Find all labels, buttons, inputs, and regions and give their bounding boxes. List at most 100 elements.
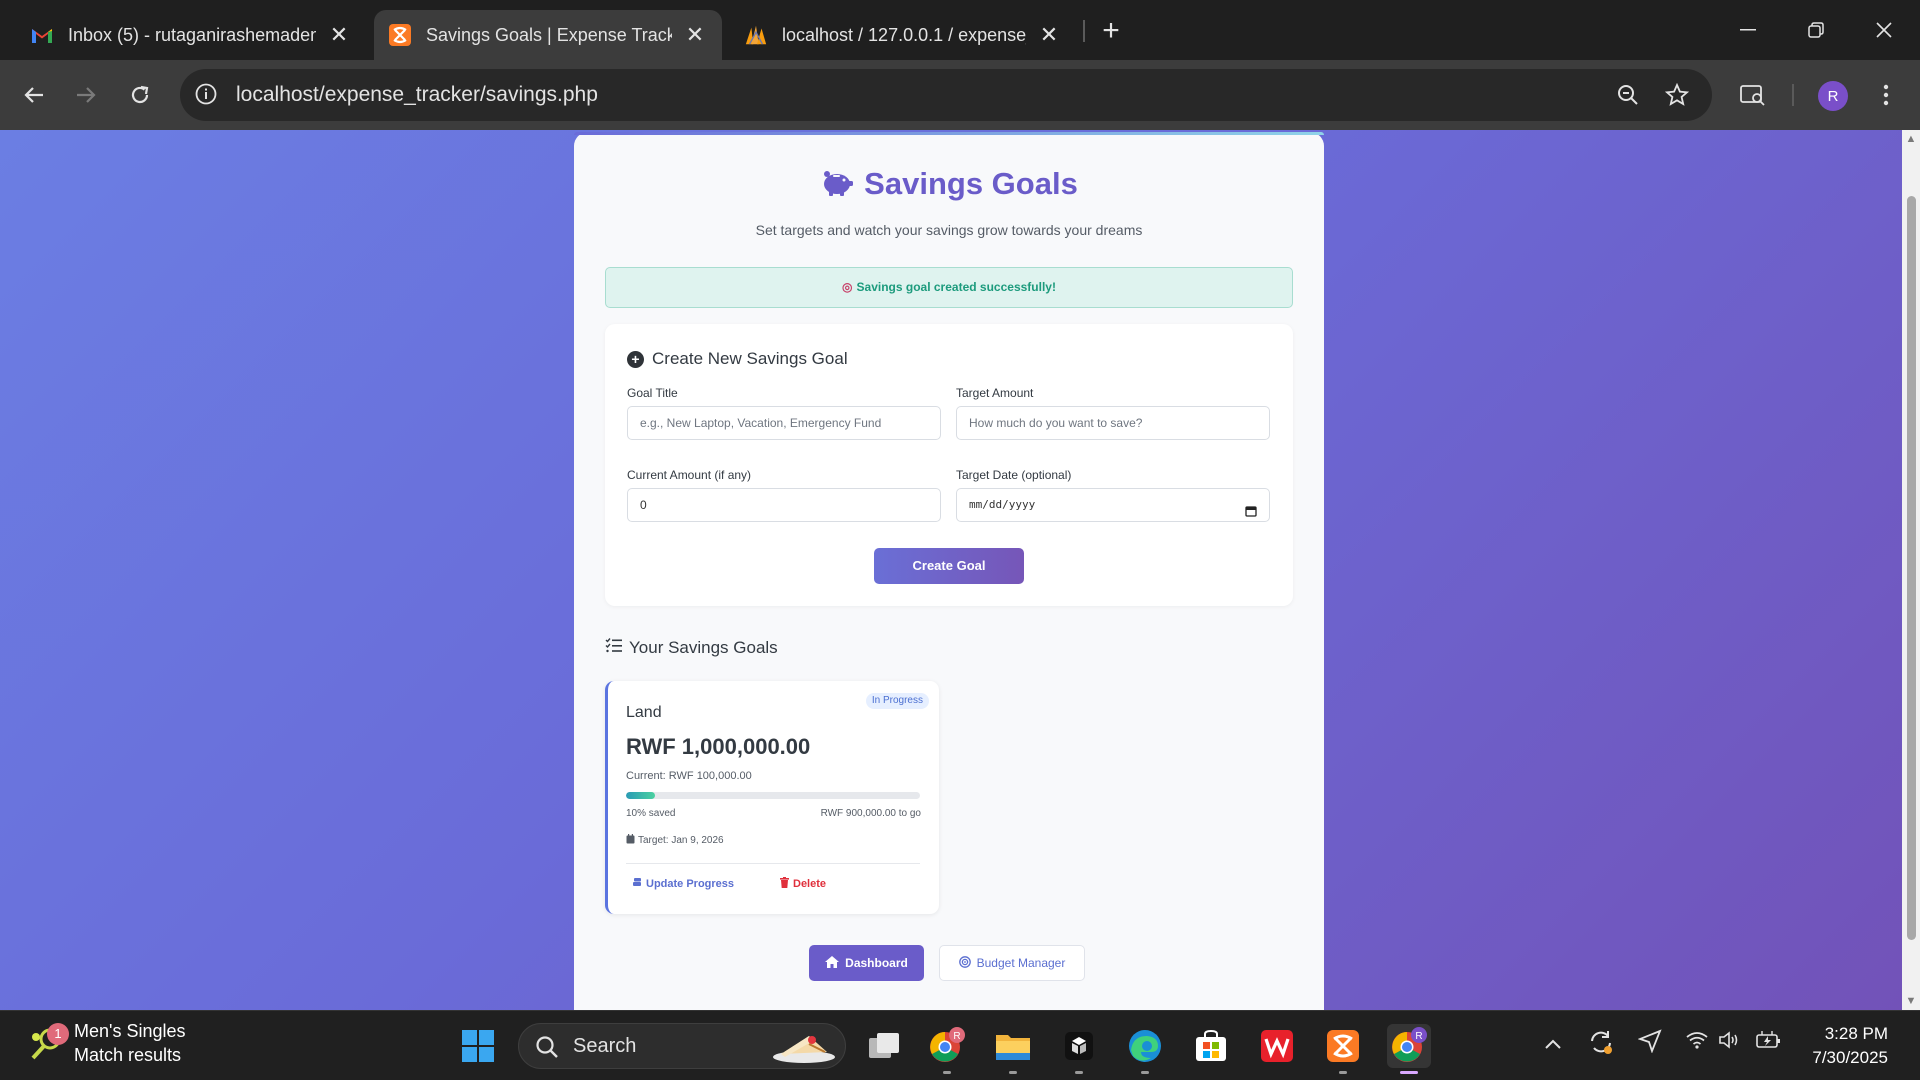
success-alert: ◎ Savings goal created successfully! — [605, 267, 1293, 308]
target-date-input[interactable]: mm/dd/yyyy — [956, 488, 1270, 522]
taskbar-search[interactable]: Search — [518, 1023, 846, 1069]
goal-progress-bar — [626, 792, 920, 799]
back-button[interactable] — [12, 73, 56, 117]
status-badge: In Progress — [865, 693, 929, 709]
goal-target-date: Target: Jan 9, 2026 — [626, 834, 724, 847]
svg-text:R: R — [1415, 1031, 1422, 1042]
xampp-icon — [388, 23, 412, 47]
goal-title-input[interactable]: e.g., New Laptop, Vacation, Emergency Fu… — [627, 406, 941, 440]
goal-saved-percent: 10% saved — [626, 808, 676, 819]
minimize-button[interactable] — [1720, 8, 1776, 52]
xampp-icon[interactable] — [1321, 1024, 1365, 1074]
profile-avatar[interactable]: R — [1818, 81, 1848, 111]
page-viewport: Savings Goals Set targets and watch your… — [0, 130, 1920, 1010]
piggy-bank-icon — [820, 169, 854, 205]
phpmyadmin-icon — [744, 23, 768, 47]
chevron-up-icon[interactable] — [1544, 1033, 1562, 1056]
tab-savings-goals[interactable]: Savings Goals | Expense Tracker ✕ — [374, 10, 722, 60]
target-date-label: Target Date (optional) — [956, 468, 1072, 482]
close-icon[interactable]: ✕ — [682, 22, 708, 48]
battery-charging-icon[interactable] — [1756, 1031, 1782, 1055]
taskbar-clock[interactable]: 3:28 PM 7/30/2025 — [1812, 1022, 1888, 1070]
start-button[interactable] — [456, 1024, 500, 1068]
tab-gmail[interactable]: Inbox (5) - rutaganirashemadem ✕ — [16, 10, 366, 60]
search-icon — [535, 1035, 559, 1064]
delete-goal-button[interactable]: Delete — [780, 877, 826, 891]
app-cube-icon[interactable] — [1057, 1024, 1101, 1074]
page-title: Savings Goals — [574, 166, 1324, 205]
windows-logo-icon — [462, 1030, 494, 1062]
current-amount-input[interactable]: 0 — [627, 488, 941, 522]
trash-icon — [780, 877, 789, 891]
goal-target-amount: RWF 1,000,000.00 — [626, 734, 811, 759]
microsoft-store-icon[interactable] — [1189, 1024, 1233, 1068]
zoom-icon[interactable] — [1608, 75, 1648, 115]
scroll-up-arrow-icon[interactable]: ▲ — [1905, 134, 1917, 145]
clock-date: 7/30/2025 — [1812, 1048, 1888, 1067]
goal-divider — [626, 863, 920, 864]
restore-button[interactable] — [1788, 8, 1844, 52]
tab-title: localhost / 127.0.0.1 / expense_t — [782, 24, 1026, 45]
scrollbar-thumb[interactable] — [1907, 196, 1916, 940]
site-info-icon[interactable] — [194, 82, 220, 108]
tab-search-icon[interactable] — [1733, 75, 1773, 115]
wps-office-icon[interactable] — [1255, 1024, 1299, 1068]
target-amount-input[interactable]: How much do you want to save? — [956, 406, 1270, 440]
close-icon[interactable]: ✕ — [326, 22, 352, 48]
news-widget[interactable]: 1 Men's Singles Match results — [28, 1019, 186, 1067]
target-emoji-icon: ◎ — [842, 280, 853, 294]
create-goal-form: + Create New Savings Goal Goal Title e.g… — [605, 324, 1293, 606]
svg-text:R: R — [953, 1031, 960, 1042]
wifi-icon[interactable] — [1686, 1031, 1708, 1055]
sync-icon[interactable] — [1588, 1029, 1614, 1061]
target-amount-label: Target Amount — [956, 386, 1034, 400]
toolbar-separator — [1792, 84, 1794, 106]
running-indicator — [1009, 1071, 1017, 1074]
create-goal-button[interactable]: Create Goal — [874, 548, 1024, 584]
location-arrow-icon[interactable] — [1637, 1029, 1662, 1059]
tab-phpmyadmin[interactable]: localhost / 127.0.0.1 / expense_t ✕ — [730, 10, 1076, 60]
form-heading: + Create New Savings Goal — [627, 349, 848, 369]
goals-heading-text: Your Savings Goals — [629, 637, 778, 657]
tab-title: Inbox (5) - rutaganirashemadem — [68, 24, 316, 45]
clock-time: 3:28 PM — [1824, 1024, 1888, 1043]
running-indicator — [1400, 1071, 1418, 1074]
form-heading-text: Create New Savings Goal — [652, 349, 848, 368]
calendar-icon — [626, 834, 635, 847]
calendar-icon[interactable] — [1245, 498, 1257, 517]
tennis-icon: 1 — [28, 1023, 69, 1061]
update-progress-label: Update Progress — [646, 877, 735, 890]
volume-icon[interactable] — [1718, 1031, 1740, 1055]
page-scrollbar[interactable]: ▲ ▼ — [1902, 130, 1920, 1010]
file-explorer-icon[interactable] — [991, 1024, 1035, 1074]
chrome-active-icon[interactable]: R — [1387, 1024, 1431, 1074]
goal-title: Land — [626, 704, 662, 721]
tab-title: Savings Goals | Expense Tracker — [426, 24, 672, 45]
menu-dots-icon[interactable] — [1866, 75, 1906, 115]
new-tab-button[interactable]: + — [1094, 14, 1128, 48]
close-icon[interactable]: ✕ — [1036, 22, 1062, 48]
savings-card: Savings Goals Set targets and watch your… — [574, 132, 1324, 1010]
bullseye-icon — [958, 955, 971, 971]
dashboard-label: Dashboard — [845, 956, 908, 970]
widget-title: Men's Singles — [74, 1021, 186, 1041]
windows-taskbar: 1 Men's Singles Match results Search R R… — [0, 1010, 1920, 1080]
edge-icon[interactable] — [1123, 1024, 1167, 1074]
task-view-icon[interactable] — [862, 1024, 906, 1068]
url-text: localhost/expense_tracker/savings.php — [236, 83, 598, 106]
budget-manager-button[interactable]: Budget Manager — [939, 945, 1085, 981]
bookmark-star-icon[interactable] — [1657, 75, 1697, 115]
chrome-profile-icon[interactable]: R — [925, 1024, 969, 1074]
update-progress-button[interactable]: Update Progress — [632, 877, 734, 890]
forward-button[interactable] — [64, 73, 108, 117]
address-bar[interactable]: localhost/expense_tracker/savings.php — [180, 69, 1712, 121]
list-check-icon — [605, 637, 623, 658]
current-amount-label: Current Amount (if any) — [627, 468, 752, 482]
notification-badge: 1 — [47, 1023, 69, 1045]
close-window-button[interactable] — [1856, 8, 1912, 52]
home-icon — [825, 955, 840, 971]
dashboard-button[interactable]: Dashboard — [809, 945, 924, 981]
scroll-down-arrow-icon[interactable]: ▼ — [1905, 996, 1917, 1007]
budget-manager-label: Budget Manager — [976, 956, 1066, 970]
reload-button[interactable] — [118, 73, 162, 117]
